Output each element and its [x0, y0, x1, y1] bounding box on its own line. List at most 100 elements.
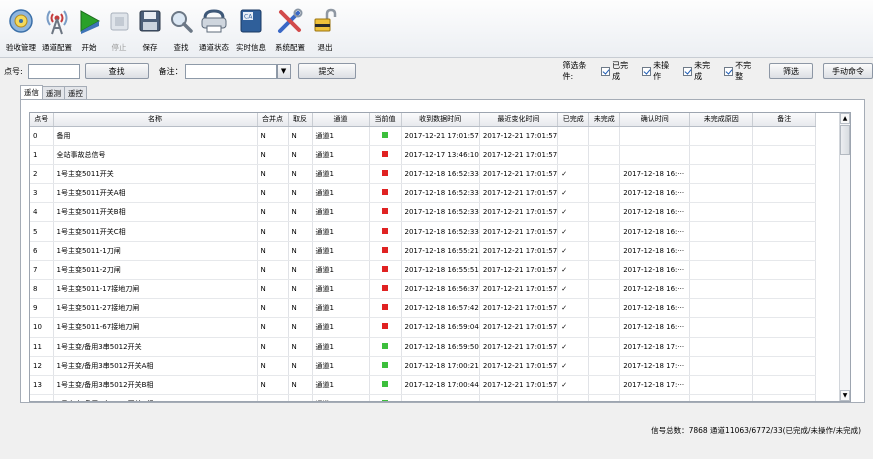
point-number-label: 点号:: [4, 66, 23, 76]
table-row[interactable]: 13 1号主变/备用3串5012开关B相 N N 通道1 2017-12-18 17:00…: [30, 375, 817, 396]
toolbar-button-stop[interactable]: 停止: [104, 0, 134, 58]
column-header[interactable]: 取反: [288, 113, 313, 127]
table-row[interactable]: 2 1号主变5011开关 N N 通道1 2017-12-18 16:52:33 2017-…: [30, 164, 817, 185]
table-cell: ✓: [557, 394, 590, 401]
table-cell: [369, 145, 402, 165]
table-cell: [588, 356, 621, 376]
toolbar-button-tools[interactable]: 系统配置: [270, 0, 310, 58]
column-header[interactable]: 点号: [30, 113, 54, 127]
tab-telemetry[interactable]: 遥测: [42, 86, 65, 99]
column-header[interactable]: 备注: [752, 113, 817, 127]
table-row[interactable]: 11 1号主变/备用3串5012开关 N N 通道1 2017-12-18 16:59:5…: [30, 337, 817, 357]
table-cell: N: [257, 337, 289, 357]
toolbar-button-disc-gear[interactable]: 验收管理: [2, 0, 40, 58]
table-cell: 1号主变/备用3串5012开关: [53, 337, 258, 357]
table-cell: ✓: [557, 164, 590, 185]
table-cell: N: [257, 145, 289, 165]
toolbar-button-antenna[interactable]: 通道配置: [40, 0, 74, 58]
table-cell: [752, 375, 817, 396]
table-row[interactable]: 7 1号主变5011-2刀闸 N N 通道1 2017-12-18 16:55:51 201…: [30, 260, 817, 281]
table-cell: 2017-12-21 17:01:57: [479, 298, 559, 319]
table-cell: 1: [30, 145, 54, 165]
table-cell: [752, 221, 817, 242]
table-cell: 2017-12-18 16:55:21: [401, 241, 480, 261]
table-cell: 全站事故总信号: [53, 145, 258, 165]
scroll-down-button[interactable]: ▼: [840, 390, 850, 401]
table-cell: [588, 221, 621, 242]
column-header[interactable]: 当前值: [369, 113, 402, 127]
table-cell: 通道1: [312, 356, 370, 376]
checkbox-partial[interactable]: 不完整: [724, 60, 759, 82]
scrollbar-thumb[interactable]: [840, 125, 850, 155]
table-cell: [689, 356, 754, 376]
checkbox-incomplete[interactable]: 未完成: [683, 60, 718, 82]
table-row[interactable]: 3 1号主变5011开关A相 N N 通道1 2017-12-18 16:52:33 201…: [30, 183, 817, 204]
remark-dropdown-button[interactable]: ▼: [276, 63, 291, 79]
table-cell: 2017-12-18 16:···: [619, 221, 691, 242]
table-row[interactable]: 8 1号主变5011-17接地刀闸 N N 通道1 2017-12-18 16:56:37…: [30, 279, 817, 300]
book-info-icon: CA: [236, 6, 266, 36]
checkbox-not-operated[interactable]: 未操作: [642, 60, 677, 82]
table-cell: N: [257, 317, 289, 338]
column-header[interactable]: 未完成原因: [689, 113, 754, 127]
status-indicator: [382, 227, 388, 234]
table-cell: 通道1: [312, 317, 370, 338]
table-row[interactable]: 9 1号主变5011-27接地刀闸 N N 通道1 2017-12-18 16:57:42…: [30, 298, 817, 319]
tab-telesignal[interactable]: 遥信: [20, 85, 43, 99]
vertical-scrollbar[interactable]: ▲ ▼: [839, 113, 850, 401]
table-cell: [752, 164, 817, 185]
table-cell: [752, 202, 817, 223]
column-header[interactable]: 通道: [312, 113, 370, 127]
toolbar-button-play[interactable]: 开始: [74, 0, 104, 58]
column-header[interactable]: 确认时间: [619, 113, 691, 127]
filter-button[interactable]: 筛选: [769, 63, 814, 79]
table-row[interactable]: 12 1号主变/备用3串5012开关A相 N N 通道1 2017-12-18 17:00…: [30, 356, 817, 376]
status-indicator: [382, 381, 388, 388]
table-row[interactable]: 0 备用 N N 通道1 2017-12-21 17:01:57 2017-12-21 17…: [30, 126, 817, 146]
table-cell: 2017-12-18 16:57:42: [401, 298, 480, 319]
toolbar-button-printer-status[interactable]: 通道状态: [196, 0, 232, 58]
toolbar-button-floppy-save[interactable]: 保存: [134, 0, 166, 58]
submit-button[interactable]: 提交: [297, 63, 356, 79]
table-row[interactable]: 141号主变/备用3串5012开关C相NN通道12017-12-18 17:01…: [30, 394, 817, 401]
table-cell: N: [288, 164, 313, 185]
checkbox-incomplete-label: 未完成: [694, 61, 711, 81]
table-cell: ✓: [557, 202, 590, 223]
toolbar-button-label: 停止: [111, 43, 127, 52]
scroll-up-button[interactable]: ▲: [840, 113, 850, 124]
manual-command-button[interactable]: 手动命令: [823, 63, 873, 79]
table-cell: N: [288, 375, 313, 396]
column-header[interactable]: 名称: [53, 113, 258, 127]
column-header[interactable]: 已完成: [557, 113, 590, 127]
toolbar-button-book-info[interactable]: CA 实时信息: [232, 0, 270, 58]
column-header[interactable]: 最近变化时间: [479, 113, 559, 127]
status-indicator: [382, 150, 388, 157]
table-cell: 2017-12-18 16:···: [619, 317, 691, 338]
tab-telecontrol[interactable]: 遥控: [64, 86, 87, 99]
toolbar-button-unlock-exit[interactable]: 退出: [310, 0, 340, 58]
column-header[interactable]: 收到数据时间: [401, 113, 480, 127]
table-cell: 2017-12-21 17:01:57: [479, 317, 559, 338]
table-row[interactable]: 6 1号主变5011-1刀闸 N N 通道1 2017-12-18 16:55:21 201…: [30, 241, 817, 261]
table-row[interactable]: 4 1号主变5011开关B相 N N 通道1 2017-12-18 16:52:33 201…: [30, 202, 817, 223]
table-cell: N: [288, 202, 313, 223]
table-cell: [752, 260, 817, 281]
table-cell: 2017-12-18 16:···: [619, 183, 691, 204]
point-number-input[interactable]: [27, 63, 80, 79]
table-row[interactable]: 1 全站事故总信号 N N 通道1 2017-12-17 13:46:10 2017-12-…: [30, 145, 817, 165]
table-cell: [369, 260, 402, 281]
table-cell: [689, 183, 754, 204]
remark-select[interactable]: [184, 63, 277, 79]
table-row[interactable]: 10 1号主变5011-67接地刀闸 N N 通道1 2017-12-18 16:59:0…: [30, 317, 817, 338]
column-header[interactable]: 合并点: [257, 113, 289, 127]
table-cell: 2017-12-21 17:01:57: [479, 337, 559, 357]
table-row[interactable]: 5 1号主变5011开关C相 N N 通道1 2017-12-18 16:52:33 201…: [30, 221, 817, 242]
table-cell: [752, 279, 817, 300]
toolbar-button-magnifier[interactable]: 查找: [166, 0, 196, 58]
find-button[interactable]: 查找: [84, 63, 149, 79]
table-cell: [689, 260, 754, 281]
table-cell: N: [257, 298, 289, 319]
column-header[interactable]: 未完成: [588, 113, 621, 127]
checkbox-completed[interactable]: 已完成: [601, 60, 636, 82]
table-cell: 2017-12-18 16:56:37: [401, 279, 480, 300]
